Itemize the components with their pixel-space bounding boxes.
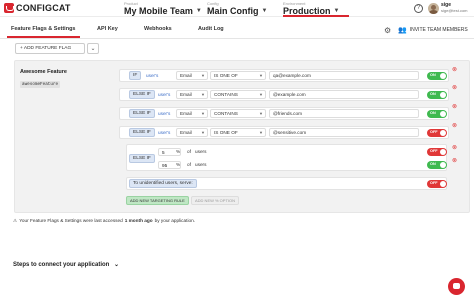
note-prefix: Your Feature Flags & Settings were last … [19, 218, 123, 223]
attribute-select[interactable]: Email ▼ [176, 109, 208, 118]
tab-feature-flags[interactable]: Feature Flags & Settings [7, 26, 79, 38]
serve-toggle[interactable]: ON [427, 91, 447, 99]
add-user-icon: 👥 [398, 27, 407, 34]
config-value: Main Config [207, 6, 259, 16]
comparison-value-input[interactable]: @friends.com [269, 109, 419, 118]
add-percentage-option-button[interactable]: ADD NEW % OPTION [191, 196, 240, 205]
info-icon: ⚠ [13, 218, 18, 223]
serve-toggle[interactable]: ON [427, 110, 447, 118]
comparison-value-input[interactable]: @sensitive.com [269, 128, 419, 137]
chevron-down-icon: ▼ [261, 8, 268, 14]
attribute-select[interactable]: Email ▼ [176, 71, 208, 80]
tab-audit-log[interactable]: Audit Log [198, 26, 224, 32]
note-suffix: by your application. [154, 218, 195, 223]
flag-name: Awesome Feature [20, 69, 67, 75]
comparator-select[interactable]: CONTAINS ▼ [210, 109, 266, 118]
config-selector[interactable]: Config Main Config ▼ [207, 1, 267, 16]
delete-rule-icon[interactable]: ⊗ [452, 157, 457, 164]
serve-toggle[interactable]: ON [427, 72, 447, 80]
environment-selector[interactable]: Environment Production ▼ [283, 1, 349, 17]
default-rule-label: To unidentified users, serve: [129, 179, 197, 188]
delete-rule-icon[interactable]: ⊗ [452, 144, 457, 151]
comparator-select[interactable]: IS ONE OF ▼ [210, 128, 266, 137]
chat-icon[interactable] [448, 278, 465, 295]
target-label: users [195, 162, 207, 167]
tab-webhooks[interactable]: Webhooks [144, 26, 172, 32]
chevron-down-icon[interactable]: ⌄ [87, 43, 99, 54]
note-emphasis: 1 month ago [124, 218, 153, 223]
delete-rule-icon[interactable]: ⊗ [452, 84, 457, 91]
serve-toggle[interactable]: ON [427, 161, 447, 169]
comparator-select[interactable]: IS ONE OF ▼ [210, 71, 266, 80]
user-email: sige@test.com [441, 8, 468, 13]
attribute-select[interactable]: Email ▼ [176, 128, 208, 137]
default-serve-toggle[interactable]: OFF [427, 180, 447, 188]
add-feature-flag-label: + ADD FEATURE FLAG [20, 46, 72, 51]
target-label: users [195, 149, 207, 154]
rule-target: user's [143, 71, 175, 80]
of-label: of [187, 149, 191, 154]
product-selector[interactable]: Product My Mobile Team ▼ [124, 1, 202, 16]
rule-kind: ELSE IF [129, 90, 155, 99]
comparison-value-input[interactable]: qa@example.com [269, 71, 419, 80]
rule-kind: ELSE IF [129, 109, 155, 118]
add-targeting-rule-button[interactable]: ADD NEW TARGETING RULE [126, 196, 189, 205]
serve-toggle[interactable]: OFF [427, 148, 447, 156]
steps-toggle[interactable]: Steps to connect your application ⌄ [13, 261, 119, 268]
invite-team-button[interactable]: 👥 INVITE TEAM MEMBERS [398, 26, 468, 34]
invite-label: INVITE TEAM MEMBERS [409, 27, 468, 33]
help-icon[interactable]: ? [414, 4, 423, 13]
product-value: My Mobile Team [124, 6, 193, 16]
add-feature-flag-button[interactable]: + ADD FEATURE FLAG [15, 43, 85, 54]
rule-kind: IF [129, 71, 142, 80]
user-menu[interactable]: sige sige@test.com [441, 2, 468, 13]
chevron-down-icon: ▼ [195, 8, 202, 14]
delete-rule-icon[interactable]: ⊗ [452, 103, 457, 110]
logo-text: CONFIGCAT [16, 3, 71, 13]
configcat-logo-icon [4, 3, 14, 13]
rule-kind: ELSE IF [129, 128, 155, 137]
rule-target: user's [155, 90, 175, 99]
comparator-select[interactable]: CONTAINS ▼ [210, 90, 266, 99]
delete-rule-icon[interactable]: ⊗ [452, 122, 457, 129]
comparison-value-input[interactable]: @example.com [269, 90, 419, 99]
tab-api-key[interactable]: API Key [97, 26, 118, 32]
percentage-rule-kind: ELSE IF [129, 154, 155, 163]
chevron-down-icon: ⌄ [114, 262, 120, 268]
flag-key[interactable]: awesomeFeature [20, 81, 61, 88]
logo[interactable]: CONFIGCAT [4, 3, 71, 13]
rule-target: user's [155, 109, 175, 118]
percent-sign: % [176, 149, 181, 154]
gear-icon[interactable]: ⚙ [384, 26, 391, 35]
environment-underline [283, 15, 349, 17]
top-bar: CONFIGCAT Product My Mobile Team ▼ Config… [0, 0, 474, 17]
serve-toggle[interactable]: OFF [427, 129, 447, 137]
rule-target: user's [155, 128, 175, 137]
attribute-select[interactable]: Email ▼ [176, 90, 208, 99]
percent-sign: % [176, 162, 181, 167]
steps-label: Steps to connect your application [13, 262, 110, 268]
avatar[interactable] [428, 3, 439, 14]
of-label: of [187, 162, 191, 167]
last-accessed-note: ⚠ Your Feature Flags & Settings were las… [13, 218, 195, 224]
delete-rule-icon[interactable]: ⊗ [452, 66, 457, 73]
